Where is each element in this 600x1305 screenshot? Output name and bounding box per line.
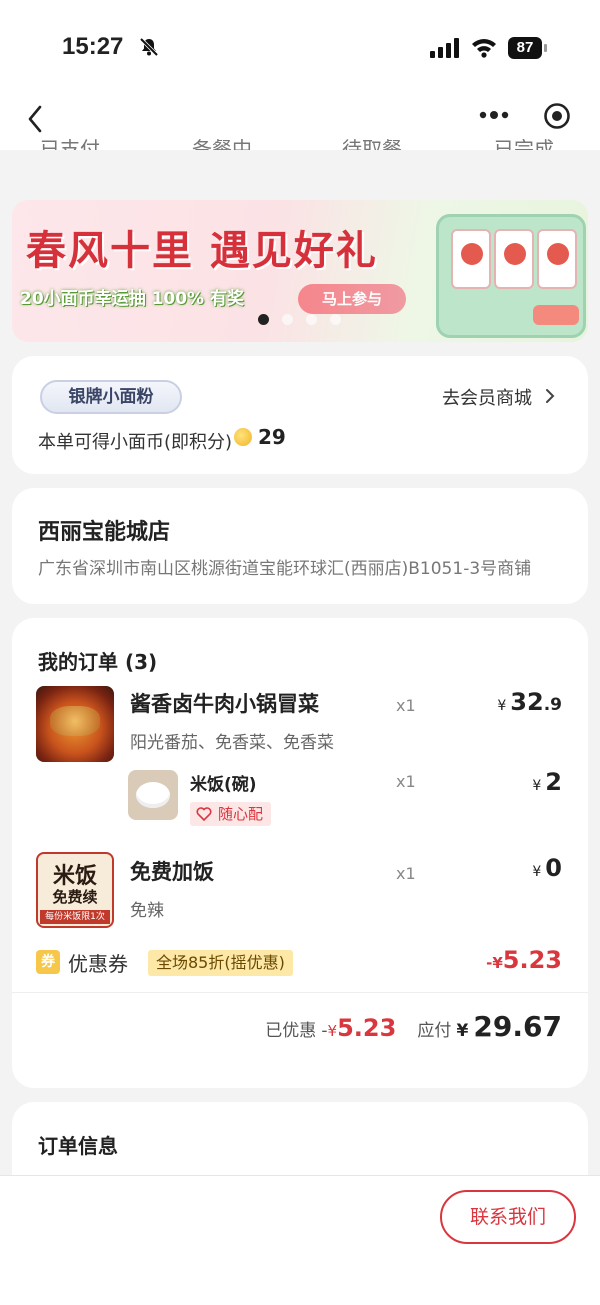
coupon-icon: 券 (36, 950, 60, 974)
slot-machine-image (436, 214, 586, 338)
discount-amount: 5.23 (337, 1014, 397, 1042)
banner-pagination (258, 314, 348, 328)
discount-label: 已优惠 (265, 1021, 317, 1041)
pagination-dot[interactable] (258, 314, 269, 325)
battery-icon: 87 (508, 37, 548, 59)
coupon-amount: -¥5.23 (486, 946, 562, 974)
store-name: 西丽宝能城店 (38, 520, 171, 545)
tab-preparing[interactable]: 备餐中 (192, 133, 252, 150)
member-mall-link[interactable]: 去会员商城 (442, 384, 532, 410)
item-price: ¥2 (532, 768, 562, 796)
pagination-dot[interactable] (306, 314, 317, 325)
chevron-right-icon[interactable] (544, 387, 556, 405)
status-time: 15:27 (62, 33, 124, 60)
coupon-label: 优惠券 (68, 952, 128, 976)
member-level-badge: 银牌小面粉 (40, 380, 182, 414)
store-address: 广东省深圳市南山区桃源街道宝能环球汇(西丽店)B1051-3号商铺 (38, 559, 532, 579)
coin-icon (234, 428, 252, 446)
item-quantity: x1 (396, 772, 416, 791)
status-bar: 15:27 87 (0, 0, 600, 95)
item-tag: 随心配 (190, 802, 272, 826)
item-options: 免辣 (130, 901, 164, 921)
member-card: 银牌小面粉 去会员商城 本单可得小面币(即积分) 29 (12, 356, 588, 474)
banner-join-button[interactable]: 马上参与 (298, 284, 406, 314)
item-options: 阳光番茄、免香菜、免香菜 (130, 733, 334, 753)
coin-amount: 29 (258, 425, 286, 449)
order-card: 我的订单 (3) 酱香卤牛肉小锅冒菜 阳光番茄、免香菜、免香菜 x1 ¥32.9… (12, 618, 588, 1088)
order-info-title: 订单信息 (38, 1134, 118, 1158)
coin-earn-text: 本单可得小面币(即积分) (38, 432, 233, 453)
promo-banner[interactable]: 春风十里 遇见好礼 20小面币幸运抽 100% 有奖 马上参与 (12, 200, 588, 342)
pay-label: 应付 (417, 1021, 452, 1041)
banner-subtitle: 20小面币幸运抽 100% 有奖 (20, 289, 245, 309)
divider (12, 992, 588, 993)
order-status-tabs: 已支付 备餐中 待取餐 已完成 (0, 133, 600, 150)
order-title: 我的订单 (3) (38, 650, 158, 674)
tab-paid[interactable]: 已支付 (40, 133, 100, 150)
contact-us-button[interactable]: 联系我们 (440, 1190, 576, 1244)
item-price: ¥0 (532, 854, 562, 882)
tab-completed[interactable]: 已完成 (494, 133, 554, 150)
store-card: 西丽宝能城店 广东省深圳市南山区桃源街道宝能环球汇(西丽店)B1051-3号商铺 (12, 488, 588, 604)
order-summary: 已优惠 -¥5.23 应付 ¥ 29.67 (265, 1010, 562, 1043)
total-amount: 29.67 (473, 1010, 562, 1043)
item-name: 酱香卤牛肉小锅冒菜 (130, 692, 319, 716)
more-icon[interactable] (478, 109, 510, 121)
heart-icon (196, 807, 212, 821)
pagination-dot[interactable] (282, 314, 293, 325)
coupon-tag: 全场85折(摇优惠) (148, 950, 293, 976)
battery-level: 87 (508, 37, 542, 59)
bell-off-icon (139, 37, 159, 57)
target-icon[interactable] (542, 101, 572, 131)
bottom-bar: 联系我们 (0, 1175, 600, 1305)
back-icon[interactable] (22, 101, 48, 137)
item-price: ¥32.9 (497, 688, 562, 716)
item-name: 免费加饭 (130, 860, 214, 884)
item-quantity: x1 (396, 864, 416, 883)
item-thumbnail: 米饭 免费续 每份米饭限1次 (36, 852, 114, 928)
tab-pickup[interactable]: 待取餐 (342, 133, 402, 150)
nav-bar: 已支付 备餐中 待取餐 已完成 (0, 95, 600, 150)
pagination-dot[interactable] (330, 314, 341, 325)
item-quantity: x1 (396, 696, 416, 715)
banner-title: 春风十里 遇见好礼 (26, 227, 378, 274)
item-thumbnail (36, 686, 114, 762)
item-name: 米饭(碗) (190, 775, 257, 795)
item-thumbnail (128, 770, 178, 820)
signal-icon (430, 38, 459, 58)
wifi-icon (472, 39, 496, 58)
